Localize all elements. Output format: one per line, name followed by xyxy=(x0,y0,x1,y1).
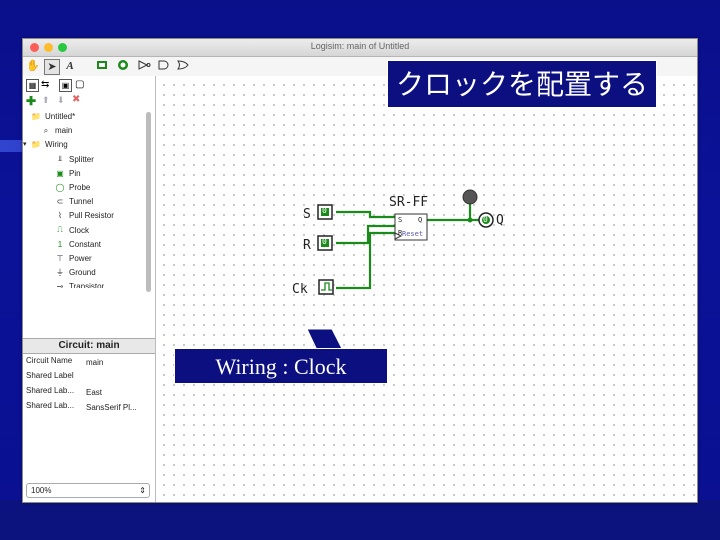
tree-item-label: main xyxy=(55,126,73,136)
tunnel-icon: ⊂ xyxy=(56,197,64,207)
pull-resistor-icon: ⌇ xyxy=(58,211,62,221)
flipflop-label: SR-FF xyxy=(389,195,429,210)
left-panel: ▦ ⇆ ▣ ▢ ✚ ⬆ ⬇ ✖ 📁 Untitled* ⌕ main ▾ 📁 Wiring ⫫… xyxy=(23,76,156,502)
label-ck: Ck xyxy=(292,282,308,297)
property-row[interactable]: Shared Lab... SansSerif Pl... xyxy=(26,401,152,412)
tree-item-tunnel[interactable]: ⊂ Tunnel xyxy=(55,197,94,207)
add-circuit-icon[interactable]: ✚ xyxy=(26,95,36,107)
ff-pin-s: S xyxy=(398,216,403,224)
tree-item-constant[interactable]: 1 Constant xyxy=(55,240,101,249)
label-s: S xyxy=(303,207,311,222)
component-callout: Wiring : Clock xyxy=(174,348,388,384)
tree-item-label: Constant xyxy=(69,239,102,249)
property-key: Shared Lab... xyxy=(26,386,75,395)
appearance-edit-icon[interactable]: ▢ xyxy=(75,79,84,90)
transistor-icon: ⊸ xyxy=(56,282,64,289)
power-icon: ⊤ xyxy=(56,253,64,263)
zoom-value: 100% xyxy=(31,486,52,495)
property-value: East xyxy=(86,388,103,397)
circuit-icon: ⌕ xyxy=(43,126,49,136)
tree-item-label: Probe xyxy=(69,183,91,192)
probe-icon: ◯ xyxy=(55,182,65,192)
tree-item-label: Wiring xyxy=(45,140,68,150)
folder-icon: 📁 xyxy=(31,111,41,121)
hand-poke-icon[interactable]: ✋ xyxy=(26,59,40,73)
property-key: Circuit Name xyxy=(26,356,73,365)
tree-item-label: Untitled* xyxy=(45,112,76,121)
tree-item-main[interactable]: ⌕ main xyxy=(41,126,73,136)
tree-item-splitter[interactable]: ⫫ Splitter xyxy=(55,155,94,164)
folder-icon: 📁 xyxy=(31,140,41,150)
title-bar: Logisim: main of Untitled xyxy=(23,39,697,57)
delete-circuit-icon[interactable]: ✖ xyxy=(72,94,80,105)
tree-item-label: Splitter xyxy=(69,154,94,164)
explorer-scrollbar[interactable] xyxy=(146,112,151,292)
tree-item-label: Tunnel xyxy=(69,197,94,207)
pin-q-value: 0 xyxy=(483,215,488,224)
window-title: Logisim: main of Untitled xyxy=(310,41,410,51)
zoom-field[interactable]: 100% ⇕ xyxy=(26,483,150,498)
ground-icon: ⏚ xyxy=(56,268,64,278)
clock-icon: ⎍ xyxy=(57,225,63,235)
move-up-icon[interactable]: ⬆ xyxy=(42,95,50,106)
label-q: Q xyxy=(496,213,504,228)
move-down-icon[interactable]: ⬇ xyxy=(57,95,65,106)
property-row[interactable]: Shared Label xyxy=(26,371,152,382)
property-row[interactable]: Circuit Name main xyxy=(26,356,152,367)
property-key: Shared Label xyxy=(26,371,74,380)
text-tool-icon[interactable]: A xyxy=(63,59,77,73)
wire-junction xyxy=(467,217,473,223)
wires xyxy=(336,198,487,290)
tree-item-label: Clock xyxy=(69,225,90,235)
tree-item-clock[interactable]: ⎍ Clock xyxy=(55,226,89,235)
tree-item-pull-resistor[interactable]: ⌇ Pull Resistor xyxy=(55,211,114,220)
property-row[interactable]: Shared Lab... East xyxy=(26,386,152,397)
tree-item-label: Transistor xyxy=(69,282,105,289)
tree-item-label: Pull Resistor xyxy=(69,211,114,221)
tree-item-untitled[interactable]: 📁 Untitled* xyxy=(31,112,75,121)
not-gate-icon[interactable] xyxy=(137,59,151,73)
tree-item-probe[interactable]: ◯ Probe xyxy=(55,182,91,192)
probe-output[interactable] xyxy=(462,189,478,205)
toolbox-view-icon[interactable]: ▦ xyxy=(26,79,39,92)
tree-item-wiring[interactable]: ▾ 📁 Wiring xyxy=(23,140,68,150)
expand-arrow-icon[interactable]: ▾ xyxy=(23,140,27,148)
splitter-icon: ⫫ xyxy=(57,154,63,164)
explorer-toolbar: ▦ ⇆ ▣ ▢ ✚ ⬆ ⬇ ✖ xyxy=(25,78,153,108)
circuit-canvas[interactable]: SR-FF S Q R Reset S R Ck Q 0 0 0 xyxy=(156,76,697,502)
tree-item-label: Power xyxy=(69,254,92,263)
and-gate-icon[interactable] xyxy=(157,59,171,73)
tree-view-icon[interactable]: ⇆ xyxy=(41,79,49,90)
ff-pin-q: Q xyxy=(418,216,423,224)
zoom-stepper-icon[interactable]: ⇕ xyxy=(139,484,146,497)
tree-item-power[interactable]: ⊤ Power xyxy=(55,254,92,263)
clock-component[interactable] xyxy=(318,279,334,295)
tree-item-ground[interactable]: ⏚ Ground xyxy=(55,268,96,277)
output-pin-icon[interactable] xyxy=(116,59,130,73)
property-value: SansSerif Pl... xyxy=(86,403,137,412)
circuit-drawing xyxy=(306,189,494,385)
property-key: Shared Lab... xyxy=(26,401,75,410)
tree-item-pin[interactable]: ▣ Pin xyxy=(55,168,81,178)
pin-icon: ▣ xyxy=(56,168,64,178)
constant-icon: 1 xyxy=(57,239,63,249)
tree-item-label: Pin xyxy=(69,168,81,178)
label-r: R xyxy=(303,238,311,253)
pin-r-value: 0 xyxy=(322,237,327,246)
tree-item-label: Ground xyxy=(69,268,96,278)
layout-edit-icon[interactable]: ▣ xyxy=(59,79,72,92)
pin-s-value: 0 xyxy=(322,206,327,215)
slide-bottom-band xyxy=(0,500,720,540)
properties-header: Circuit: main xyxy=(23,338,155,354)
or-gate-icon[interactable] xyxy=(176,59,190,73)
property-value: main xyxy=(86,358,104,367)
input-pin-icon[interactable] xyxy=(95,59,109,73)
tree-item-transistor[interactable]: ⊸ Transistor xyxy=(55,282,105,289)
ff-pin-reset: Reset xyxy=(402,230,424,238)
instruction-banner: クロックを配置する xyxy=(387,60,657,108)
arrow-select-icon[interactable]: ➤ xyxy=(44,59,60,75)
